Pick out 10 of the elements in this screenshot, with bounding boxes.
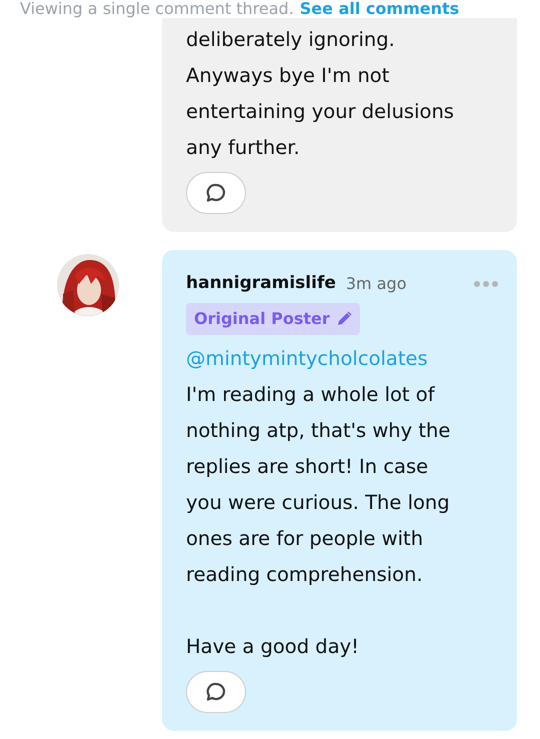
- timestamp: 3m ago: [346, 272, 406, 294]
- reply-button[interactable]: [186, 671, 246, 713]
- see-all-comments-link[interactable]: See all comments: [300, 0, 460, 18]
- comment-text: deliberately ignoring. Anyways bye I'm not entertaining your delusions any further.: [186, 27, 455, 161]
- banner-text: Viewing a single comment thread.: [20, 0, 294, 18]
- comment-text: I'm reading a whole lot of nothing atp, that's why the replies are short! In case you were curious. The long ones are for people with reading comprehension. Have a good day!: [186, 382, 452, 660]
- username[interactable]: hannigramislife: [186, 270, 336, 296]
- mention-link[interactable]: @mintymintycholcolates: [186, 341, 499, 377]
- reply-button[interactable]: [186, 172, 246, 214]
- original-poster-badge: Original Poster: [186, 303, 360, 335]
